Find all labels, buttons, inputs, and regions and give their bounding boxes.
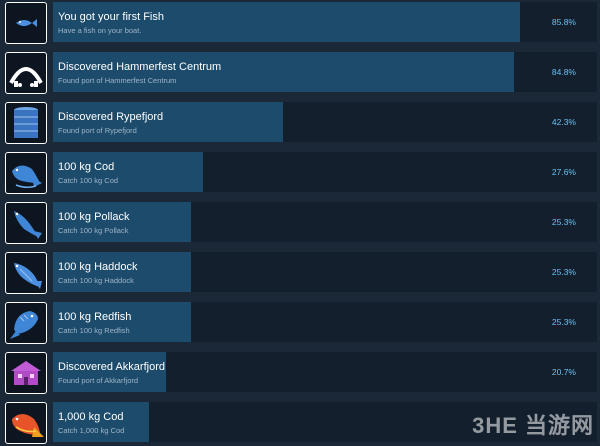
achievement-description: Catch 100 kg Redfish <box>58 326 130 335</box>
achievement-description: Found port of Rypefjord <box>58 126 137 135</box>
progress-bar-track <box>53 302 597 342</box>
achievement-percent: 27.6% <box>551 167 576 177</box>
achievement-row: Discovered Akkarfjord Found port of Akka… <box>0 350 600 396</box>
achievement-title: 100 kg Redfish <box>58 311 132 323</box>
pollack-fish-icon <box>5 202 47 244</box>
progress-bar-track <box>53 202 597 242</box>
achievement-description: Found port of Akkarfjord <box>58 376 139 385</box>
achievement-title: 100 kg Pollack <box>58 211 130 223</box>
achievement-description: Catch 100 kg Cod <box>58 176 119 185</box>
haddock-fish-icon <box>5 252 47 294</box>
achievement-title: 1,000 kg Cod <box>58 411 124 423</box>
achievement-row: 100 kg Cod Catch 100 kg Cod 27.6% <box>0 150 600 196</box>
achievement-percent: 25.3% <box>551 267 576 277</box>
achievement-title: 100 kg Haddock <box>58 261 138 273</box>
golden-cod-icon <box>5 402 47 444</box>
achievement-row: 100 kg Pollack Catch 100 kg Pollack 25.3… <box>0 200 600 246</box>
achievement-description: Found port of Hammerfest Centrum <box>58 76 177 85</box>
storage-silo-icon <box>5 102 47 144</box>
progress-bar-track <box>53 152 597 192</box>
achievement-percent: 84.8% <box>551 67 576 77</box>
redfish-icon <box>5 302 47 344</box>
achievement-title: Discovered Hammerfest Centrum <box>58 61 222 73</box>
achievement-description: Catch 100 kg Pollack <box>58 226 129 235</box>
achievement-list: You got your first Fish Have a fish on y… <box>0 0 600 444</box>
achievement-description: Catch 100 kg Haddock <box>58 276 134 285</box>
achievement-title: Discovered Akkarfjord <box>58 361 165 373</box>
achievement-row: Discovered Rypefjord Found port of Rypef… <box>0 100 600 146</box>
achievement-row: Discovered Hammerfest Centrum Found port… <box>0 50 600 96</box>
achievement-row: 100 kg Haddock Catch 100 kg Haddock 25.3… <box>0 250 600 296</box>
achievement-percent: 20.7% <box>551 367 576 377</box>
achievement-percent: 42.3% <box>551 117 576 127</box>
achievement-title: Discovered Rypefjord <box>58 111 164 123</box>
small-fish-icon <box>5 2 47 44</box>
achievement-percent: 25.3% <box>551 317 576 327</box>
achievement-title: 100 kg Cod <box>58 161 115 173</box>
house-icon <box>5 352 47 394</box>
achievement-row: 100 kg Redfish Catch 100 kg Redfish 25.3… <box>0 300 600 346</box>
achievement-title: You got your first Fish <box>58 11 164 23</box>
harbor-arch-icon <box>5 52 47 94</box>
achievement-row: You got your first Fish Have a fish on y… <box>0 0 600 46</box>
achievement-description: Catch 1,000 kg Cod <box>58 426 125 435</box>
achievement-percent: 25.3% <box>551 217 576 227</box>
achievement-percent: 85.8% <box>551 17 576 27</box>
cod-fish-icon <box>5 152 47 194</box>
achievement-description: Have a fish on your boat. <box>58 26 142 35</box>
site-watermark: 3HE 当游网 <box>472 413 594 438</box>
